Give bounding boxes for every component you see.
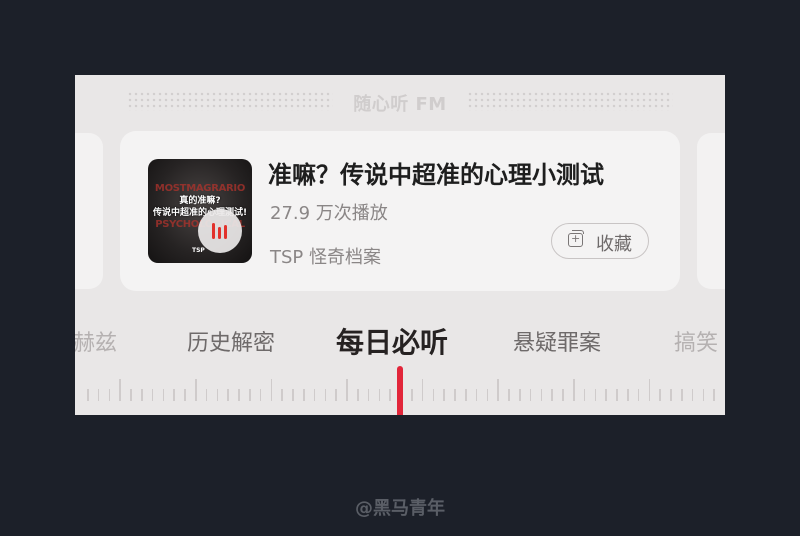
channel-mystery[interactable]: 悬疑罪案	[513, 325, 601, 357]
next-card[interactable]	[697, 133, 725, 289]
dial-tick	[367, 389, 370, 401]
dial-tick	[540, 389, 543, 401]
dial-tick	[184, 389, 186, 401]
dial-tick	[486, 389, 489, 401]
dial-tick	[313, 389, 316, 401]
prev-card[interactable]	[75, 133, 103, 289]
dial-tick	[195, 379, 197, 401]
dial-tick	[670, 389, 672, 401]
dial-tick	[151, 389, 154, 401]
dial-tick	[702, 389, 705, 401]
dial-tick	[108, 389, 111, 401]
dial-tick	[119, 379, 121, 401]
dial-tick	[411, 389, 413, 401]
dial-tick	[562, 389, 564, 401]
channel-comedy[interactable]: 搞笑	[674, 325, 718, 357]
dial-tick	[616, 389, 618, 401]
dial-tick	[573, 379, 575, 401]
tuning-needle[interactable]	[397, 366, 403, 415]
channel-selector: 赫兹 历史解密 每日必听 悬疑罪案 搞笑	[75, 321, 725, 361]
dial-tick	[475, 389, 478, 401]
favorite-button[interactable]: 收藏	[551, 223, 649, 259]
watermark: @黑马青年	[355, 498, 445, 519]
channel-history[interactable]: 历史解密	[187, 325, 275, 357]
dial-tick	[346, 379, 348, 401]
add-collection-icon	[568, 230, 584, 247]
dial-tick	[637, 389, 640, 401]
dial-tick	[583, 389, 586, 401]
dial-tick	[324, 389, 327, 401]
dial-tick	[357, 389, 359, 401]
dial-tick	[659, 389, 661, 401]
dial-tick	[508, 389, 510, 401]
dial-tick	[713, 389, 715, 401]
dial-tick	[259, 389, 262, 401]
dial-tick	[378, 389, 381, 401]
dial-tick	[691, 389, 694, 401]
dial-tick	[130, 389, 132, 401]
header: 随心听 FM	[75, 75, 725, 131]
dial-tick	[627, 389, 629, 401]
dial-tick	[443, 389, 445, 401]
dial-tick	[141, 389, 143, 401]
fm-screen: 随心听 FM MOSTMAGRARIO 真的准嘛? 传说中超准的心理测试! PS…	[75, 75, 725, 415]
dial-tick	[594, 389, 597, 401]
dial-tick	[681, 389, 683, 401]
dial-tick	[432, 389, 435, 401]
dial-tick	[648, 379, 651, 401]
dial-tick	[519, 389, 521, 401]
favorite-label: 收藏	[596, 234, 632, 255]
dial-tick	[551, 389, 553, 401]
play-count: 27.9 万次播放	[270, 203, 388, 224]
dial-tick	[421, 379, 424, 401]
dial-tick	[205, 389, 208, 401]
cover-logo: TSP	[192, 247, 205, 254]
podcast-author[interactable]: TSP 怪奇档案	[270, 243, 381, 269]
dial-tick	[605, 389, 607, 401]
now-playing-card[interactable]: MOSTMAGRARIO 真的准嘛? 传说中超准的心理测试! PSYCHOLOG…	[120, 131, 680, 291]
dial-tick	[216, 389, 219, 401]
dial-tick	[389, 389, 391, 401]
dial-tick	[249, 389, 251, 401]
dial-tick	[162, 389, 165, 401]
dial-tick	[227, 389, 229, 401]
dial-tick	[173, 389, 175, 401]
channel-hertz[interactable]: 赫兹	[75, 325, 117, 357]
dial-tick	[97, 389, 100, 401]
dial-tick	[281, 389, 283, 401]
dial-tick	[238, 389, 240, 401]
episode-title[interactable]: 准嘛？传说中超准的心理小测试	[268, 155, 628, 191]
album-cover[interactable]: MOSTMAGRARIO 真的准嘛? 传说中超准的心理测试! PSYCHOLOG…	[148, 159, 252, 263]
header-title: 随心听 FM	[353, 94, 447, 115]
dial-tick	[87, 389, 89, 401]
dial-tick	[292, 389, 294, 401]
dial-tick	[303, 389, 305, 401]
dial-tick	[454, 389, 456, 401]
dial-tick	[497, 379, 499, 401]
dial-tick	[270, 379, 273, 401]
dial-tick	[465, 389, 467, 401]
dial-tick	[335, 389, 337, 401]
play-pause-button[interactable]	[198, 209, 242, 253]
channel-daily[interactable]: 每日必听	[336, 321, 448, 361]
dial-tick	[529, 389, 532, 401]
